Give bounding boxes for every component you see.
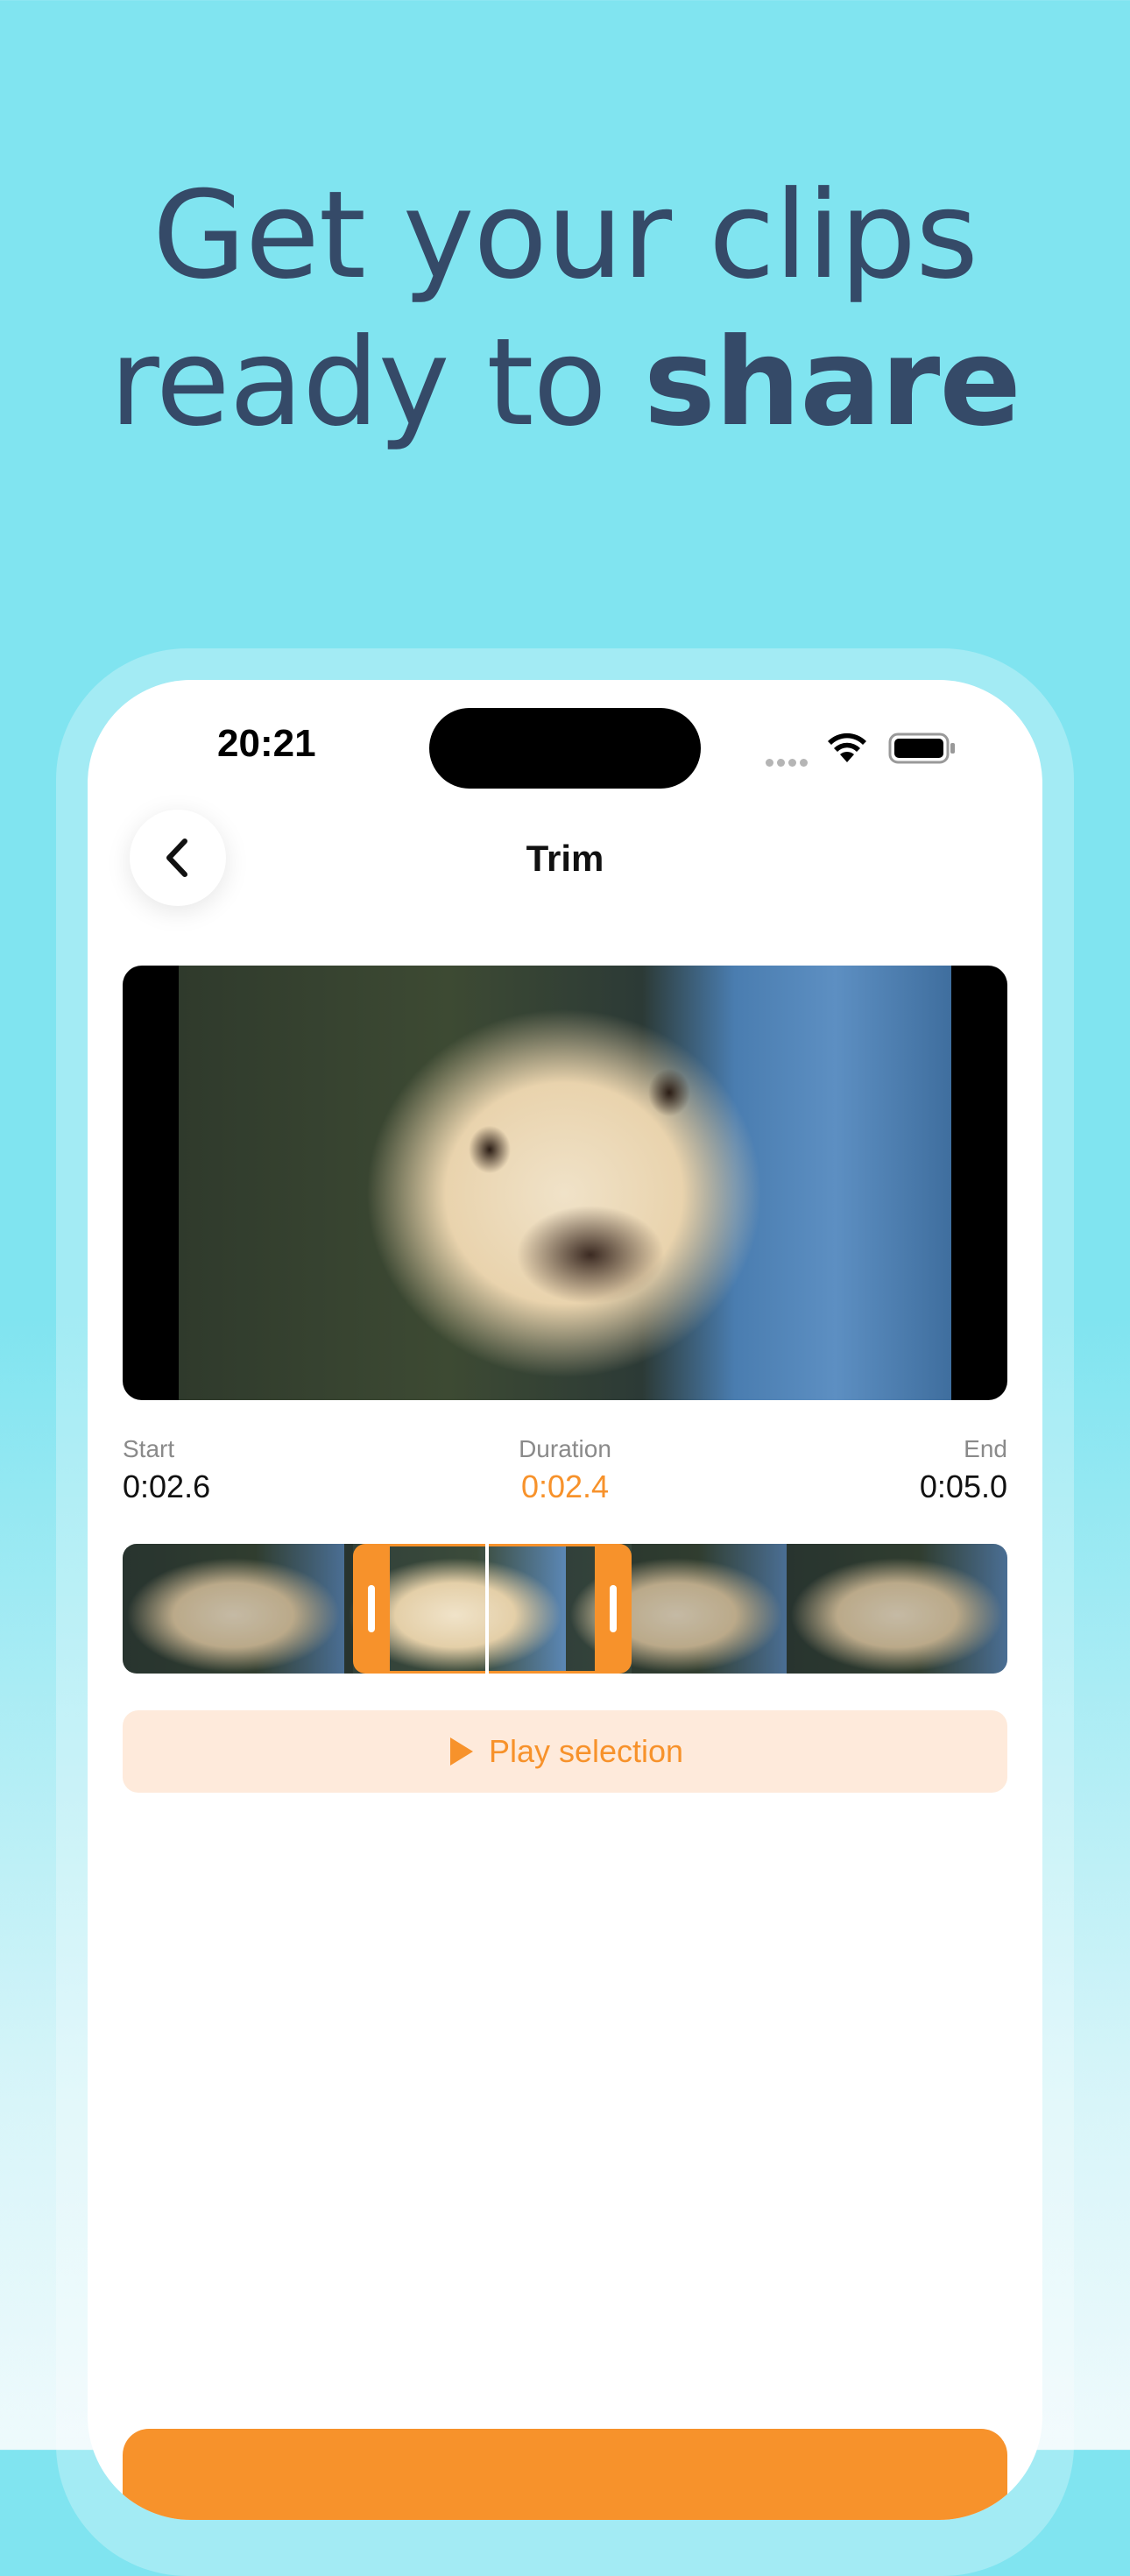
end-label: End — [964, 1435, 1007, 1462]
play-selection-button[interactable]: Play selection — [123, 1710, 1007, 1793]
puppy-video-frame — [179, 966, 951, 1400]
trim-start-handle[interactable] — [352, 1544, 390, 1674]
phone-screen: 20:21 Trim Start 0:02.6 Duration 0:02.4 … — [88, 680, 1042, 2520]
headline-regular: ready to — [109, 312, 644, 453]
dynamic-island — [429, 708, 701, 789]
trim-time-labels: Start 0:02.6 Duration 0:02.4 End 0:05.0 — [123, 1435, 1007, 1514]
headline-line-2: ready to share — [0, 309, 1130, 456]
headline-line-1: Get your clips — [152, 165, 978, 306]
wifi-icon — [828, 732, 866, 762]
unselected-region-right — [631, 1544, 1007, 1674]
battery-icon — [888, 732, 955, 764]
timeline-filmstrip[interactable] — [123, 1544, 1007, 1674]
unselected-region-left — [123, 1544, 353, 1674]
play-selection-label: Play selection — [488, 1733, 684, 1769]
headline-bold: share — [643, 312, 1021, 453]
playhead[interactable] — [485, 1544, 490, 1674]
grip-icon — [609, 1585, 617, 1632]
selection-border — [389, 1544, 595, 1674]
end-value: 0:05.0 — [919, 1468, 1007, 1504]
trim-end-handle[interactable] — [594, 1544, 632, 1674]
duration-label: Duration — [519, 1435, 611, 1462]
status-time: 20:21 — [217, 722, 316, 765]
video-preview[interactable] — [123, 966, 1007, 1400]
grip-icon — [367, 1585, 375, 1632]
cellular-signal-icon — [766, 755, 811, 771]
promo-headline: Get your clips ready to share — [0, 162, 1130, 456]
page-title: Trim — [526, 838, 604, 879]
duration-value: 0:02.4 — [520, 1468, 610, 1504]
primary-action-button[interactable] — [123, 2429, 1007, 2520]
play-icon — [449, 1737, 473, 1766]
